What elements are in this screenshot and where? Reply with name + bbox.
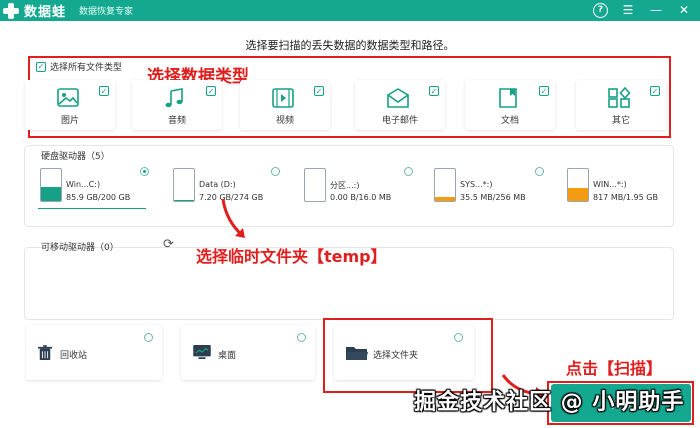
hard-drive-title: 硬盘驱动器（5） bbox=[41, 152, 110, 162]
location-label: 桌面 bbox=[218, 351, 237, 361]
removable-drive-title: 可移动驱动器（0） bbox=[41, 243, 119, 253]
image-icon bbox=[57, 88, 79, 107]
drive-size: 817 MB/1.95 GB bbox=[593, 193, 658, 202]
filetype-label: 视频 bbox=[275, 116, 294, 126]
image-checkbox[interactable]: ✓ bbox=[99, 86, 109, 96]
app-subtitle: 数据恢复专家 bbox=[79, 7, 134, 17]
annotation-select-temp: 选择临时文件夹【temp】 bbox=[196, 247, 387, 266]
filetype-audio[interactable]: ✓ 音频 bbox=[132, 80, 222, 130]
filetype-other[interactable]: ✓ 其它 bbox=[576, 80, 666, 130]
drive-d-radio[interactable] bbox=[271, 167, 280, 176]
document-checkbox[interactable]: ✓ bbox=[539, 86, 549, 96]
logo-cross-icon bbox=[3, 2, 19, 19]
annotation-arrow-temp bbox=[221, 198, 245, 238]
email-checkbox[interactable]: ✓ bbox=[429, 86, 439, 96]
filetype-image[interactable]: ✓ 图片 bbox=[25, 80, 115, 130]
annotation-click-scan: 点击【扫描】 bbox=[566, 359, 663, 378]
usage-bar bbox=[41, 187, 61, 201]
drive-sys-icon bbox=[434, 168, 456, 202]
minimize-icon[interactable]: — bbox=[648, 2, 664, 18]
annotation-box-select-folder bbox=[323, 318, 493, 393]
location-label: 回收站 bbox=[60, 351, 88, 361]
drive-name: 分区...:) bbox=[330, 181, 360, 190]
filetype-document[interactable]: ✓ 文档 bbox=[465, 80, 555, 130]
help-icon[interactable]: ? bbox=[593, 2, 608, 18]
drive-win-icon bbox=[567, 168, 589, 202]
app-logo: 数据蛙 数据恢复专家 bbox=[3, 2, 134, 20]
document-icon bbox=[499, 88, 517, 108]
drive-name: Win...C:) bbox=[66, 180, 101, 189]
other-checkbox[interactable]: ✓ bbox=[650, 86, 660, 96]
recycle-bin-icon bbox=[38, 345, 52, 360]
filetype-label: 音频 bbox=[167, 116, 186, 126]
location-recycle-bin[interactable]: 回收站 bbox=[26, 325, 162, 380]
location-desktop[interactable]: 桌面 bbox=[181, 325, 315, 380]
filetype-video[interactable]: ✓ 视频 bbox=[240, 80, 330, 130]
drive-size: 35.5 MB/256 MB bbox=[460, 193, 526, 202]
watermark: 掘金技术社区 @ 小明助手 bbox=[414, 390, 685, 415]
drive-sys[interactable]: SYS...*:) 35.5 MB/256 MB bbox=[432, 166, 550, 214]
drive-d-icon bbox=[173, 168, 195, 202]
menu-icon[interactable]: ☰ bbox=[620, 2, 636, 18]
video-icon bbox=[272, 88, 294, 108]
selected-underline bbox=[38, 208, 146, 209]
title-bar: 数据蛙 数据恢复专家 ? ☰ — ✕ bbox=[0, 0, 700, 21]
app-name: 数据蛙 bbox=[24, 5, 67, 20]
filetype-label: 文档 bbox=[500, 116, 519, 126]
drive-partition-icon bbox=[304, 168, 326, 202]
drive-win[interactable]: WIN...*:) 817 MB/1.95 GB bbox=[565, 166, 683, 214]
email-icon bbox=[387, 88, 409, 108]
other-icon bbox=[608, 86, 631, 108]
drive-c-radio[interactable] bbox=[140, 167, 149, 176]
drive-partition[interactable]: 分区...:) 0.00 B/16.0 MB bbox=[302, 166, 420, 214]
drive-size: 85.9 GB/200 GB bbox=[66, 193, 131, 202]
drive-size: 0.00 B/16.0 MB bbox=[330, 193, 392, 202]
video-checkbox[interactable]: ✓ bbox=[314, 86, 324, 96]
recycle-bin-radio[interactable] bbox=[144, 333, 153, 342]
drive-c[interactable]: Win...C:) 85.9 GB/200 GB bbox=[38, 166, 156, 214]
drive-name: Data (D:) bbox=[199, 180, 236, 189]
desktop-radio[interactable] bbox=[297, 333, 306, 342]
refresh-icon[interactable]: ⟳ bbox=[163, 237, 174, 252]
filetype-label: 电子邮件 bbox=[381, 116, 418, 126]
usage-bar bbox=[174, 200, 194, 201]
audio-checkbox[interactable]: ✓ bbox=[206, 86, 216, 96]
select-all-checkbox[interactable]: ✓ 选择所有文件类型 bbox=[36, 60, 122, 73]
select-all-label: 选择所有文件类型 bbox=[50, 63, 123, 73]
drive-partition-radio[interactable] bbox=[404, 167, 413, 176]
usage-bar bbox=[568, 187, 588, 201]
usage-bar bbox=[435, 196, 455, 201]
desktop-icon bbox=[193, 345, 211, 359]
close-icon[interactable]: ✕ bbox=[676, 2, 692, 18]
drive-c-icon bbox=[40, 168, 62, 202]
instruction-text: 选择要扫描的丢失数据的数据类型和路径。 bbox=[245, 39, 455, 52]
filetype-label: 图片 bbox=[60, 116, 79, 126]
filetype-label: 其它 bbox=[611, 116, 630, 126]
check-icon: ✓ bbox=[36, 61, 46, 72]
annotation-box-file-types bbox=[28, 56, 671, 138]
filetype-email[interactable]: ✓ 电子邮件 bbox=[355, 80, 445, 130]
drive-name: WIN...*:) bbox=[593, 180, 627, 189]
drive-sys-radio[interactable] bbox=[535, 167, 544, 176]
music-icon bbox=[165, 88, 183, 108]
drive-name: SYS...*:) bbox=[460, 180, 493, 189]
